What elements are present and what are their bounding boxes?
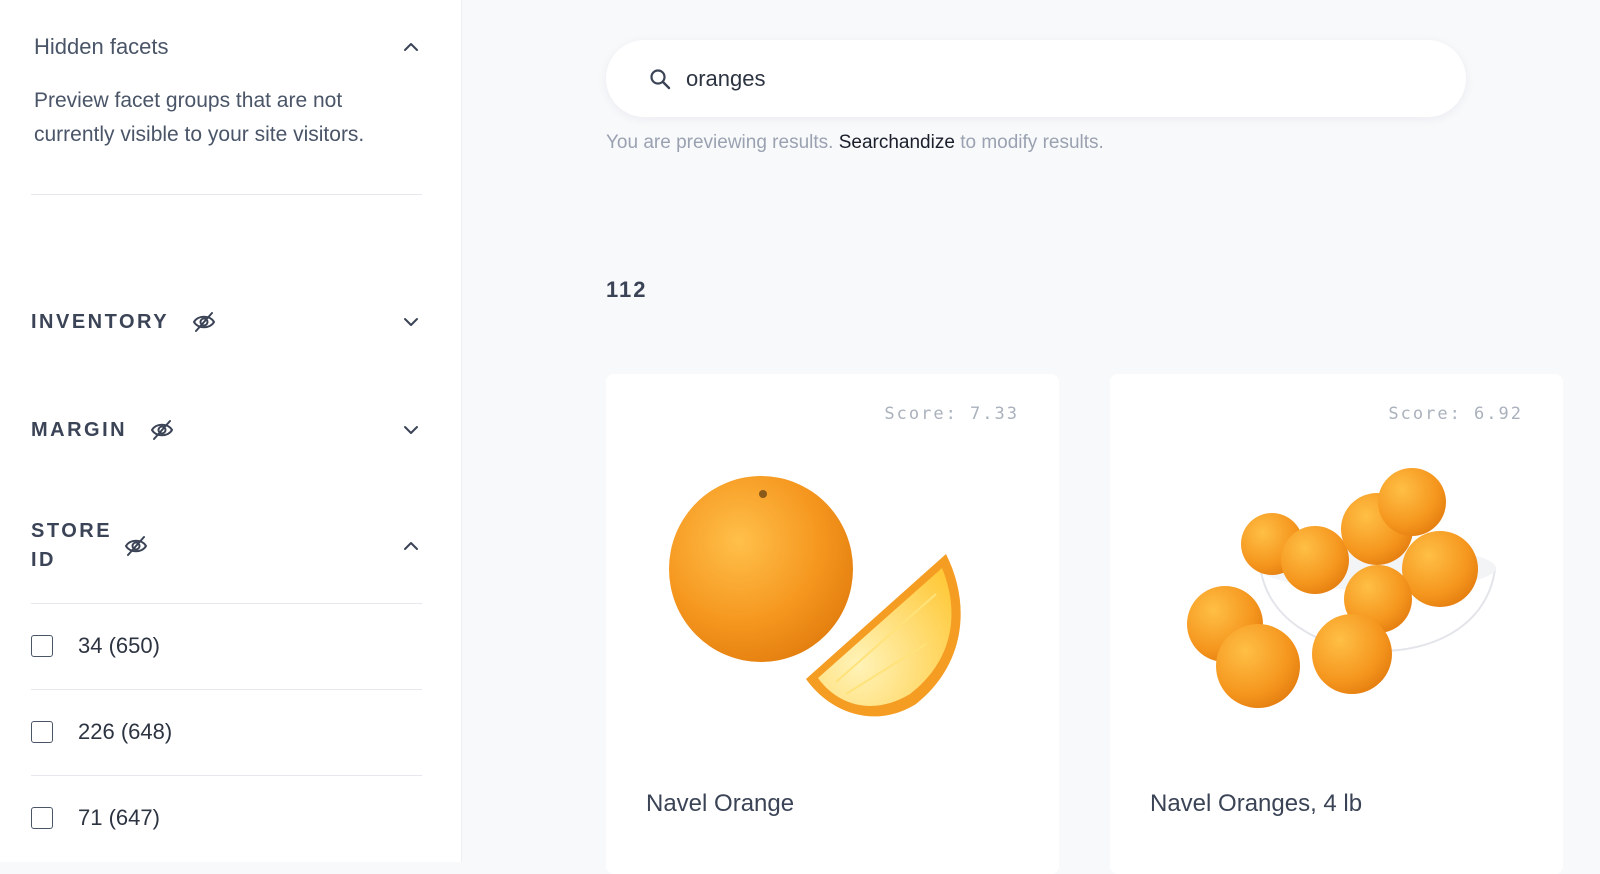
chevron-down-icon[interactable] [400,311,422,333]
search-icon [648,67,672,91]
eye-slash-icon [191,309,217,335]
store-option[interactable]: 226 (648) [31,712,422,752]
store-option[interactable]: 71 (647) [31,798,422,838]
facet-label-inventory: INVENTORY [31,310,170,333]
result-count: 112 [606,277,648,302]
facet-sidebar: Hidden facets Preview facet groups that … [0,0,462,862]
preview-note: You are previewing results. Searchandize… [606,132,1104,154]
hidden-facets-title: Hidden facets [34,34,169,59]
product-card[interactable]: Score: 6.92 Navel Oranges, 4 lb [1110,374,1563,874]
facet-store-id[interactable]: STORE ID [31,517,422,575]
hidden-facets-header[interactable]: Hidden facets [34,34,422,60]
score-label: Score: 7.33 [884,404,1019,424]
facet-label-margin: MARGIN [31,418,128,441]
store-option[interactable]: 34 (650) [31,626,422,666]
store-option-checkbox[interactable] [31,635,53,657]
chevron-down-icon[interactable] [400,419,422,441]
preview-note-prefix: You are previewing results. [606,132,834,153]
score-label: Score: 6.92 [1388,404,1523,424]
eye-slash-icon [149,417,175,443]
facet-inventory[interactable]: INVENTORY [31,309,422,335]
divider [31,603,422,604]
chevron-up-icon[interactable] [400,36,422,58]
search-bar[interactable] [606,40,1466,117]
hidden-facets-description: Preview facet groups that are not curren… [34,89,365,146]
store-option-label: 34 (650) [78,633,160,658]
divider [31,194,422,195]
product-image [606,444,1059,744]
store-option-label: 226 (648) [78,719,173,744]
product-card[interactable]: Score: 7.33 Navel Orange [606,374,1059,874]
store-option-checkbox[interactable] [31,807,53,829]
store-option-label: 71 (647) [78,805,160,830]
search-input[interactable] [686,65,1386,92]
store-option-checkbox[interactable] [31,721,53,743]
chevron-up-icon[interactable] [400,535,422,557]
facet-margin[interactable]: MARGIN [31,417,422,443]
preview-note-suffix: to modify results. [960,132,1104,153]
product-image [1110,444,1563,744]
product-title[interactable]: Navel Orange [646,790,794,818]
product-title[interactable]: Navel Oranges, 4 lb [1150,790,1362,818]
facet-label-store-id: STORE ID [31,520,113,571]
eye-slash-icon [123,533,149,559]
divider [31,775,422,776]
divider [31,689,422,690]
searchandize-link[interactable]: Searchandize [839,132,955,153]
